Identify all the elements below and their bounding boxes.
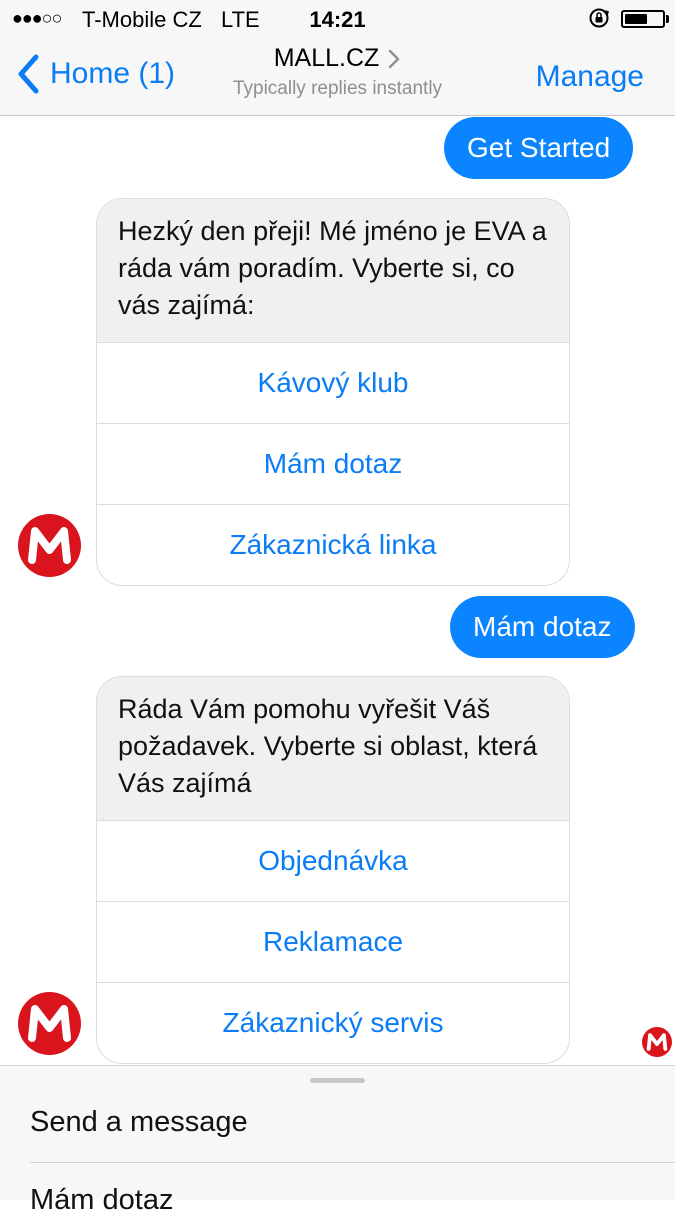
conversation-header[interactable]: MALL.CZ Typically replies instantly — [200, 44, 475, 100]
mall-logo-icon — [18, 992, 81, 1055]
bot-message-text: Ráda Vám pomohu vyřešit Váš požadavek. V… — [97, 677, 569, 820]
quick-option-mam-dotaz[interactable]: Mám dotaz — [97, 423, 569, 504]
quick-reply-suggestion[interactable]: Mám dotaz — [30, 1184, 173, 1217]
quick-option-reklamace[interactable]: Reklamace — [97, 901, 569, 982]
rotation-lock-icon — [589, 8, 610, 28]
reply-time-status: Typically replies instantly — [232, 78, 443, 99]
outgoing-message-get-started: Get Started — [444, 117, 634, 179]
message-input[interactable]: Send a message — [30, 1106, 248, 1139]
mall-logo-icon — [18, 514, 81, 577]
bot-message-text: Hezký den přeji! Mé jméno je EVA a ráda … — [97, 199, 569, 342]
page-title: MALL.CZ — [273, 44, 380, 72]
battery-nub — [666, 15, 669, 23]
outgoing-message-mam-dotaz: Mám dotaz — [450, 596, 635, 658]
message-composer: Send a message Mám dotaz — [0, 1065, 675, 1216]
quick-option-zakaznicky-servis[interactable]: Zákaznický servis — [97, 982, 569, 1063]
divider — [30, 1162, 675, 1163]
back-button[interactable]: Home (1) — [12, 52, 175, 96]
chevron-right-icon — [389, 49, 400, 68]
manage-button[interactable]: Manage — [536, 60, 644, 94]
bot-message-card-help: Ráda Vám pomohu vyřešit Váš požadavek. V… — [96, 676, 570, 1064]
status-bar: ●●●○○ T-Mobile CZ LTE 14:21 — [0, 0, 675, 38]
drag-handle[interactable] — [310, 1078, 365, 1083]
read-receipt-avatar-icon — [642, 1027, 672, 1057]
quick-option-zakaznicka-linka[interactable]: Zákaznická linka — [97, 504, 569, 585]
back-label: Home (1) — [50, 57, 176, 90]
battery-fill — [625, 14, 647, 24]
quick-option-objednavka[interactable]: Objednávka — [97, 820, 569, 901]
clock: 14:21 — [309, 7, 366, 32]
battery-icon — [621, 10, 665, 28]
bot-message-card-welcome: Hezký den přeji! Mé jméno je EVA a ráda … — [96, 198, 570, 586]
chevron-left-icon — [18, 54, 39, 94]
nav-bar: Home (1) MALL.CZ Typically replies insta… — [0, 38, 675, 116]
quick-option-kavovy-klub[interactable]: Kávový klub — [97, 342, 569, 423]
